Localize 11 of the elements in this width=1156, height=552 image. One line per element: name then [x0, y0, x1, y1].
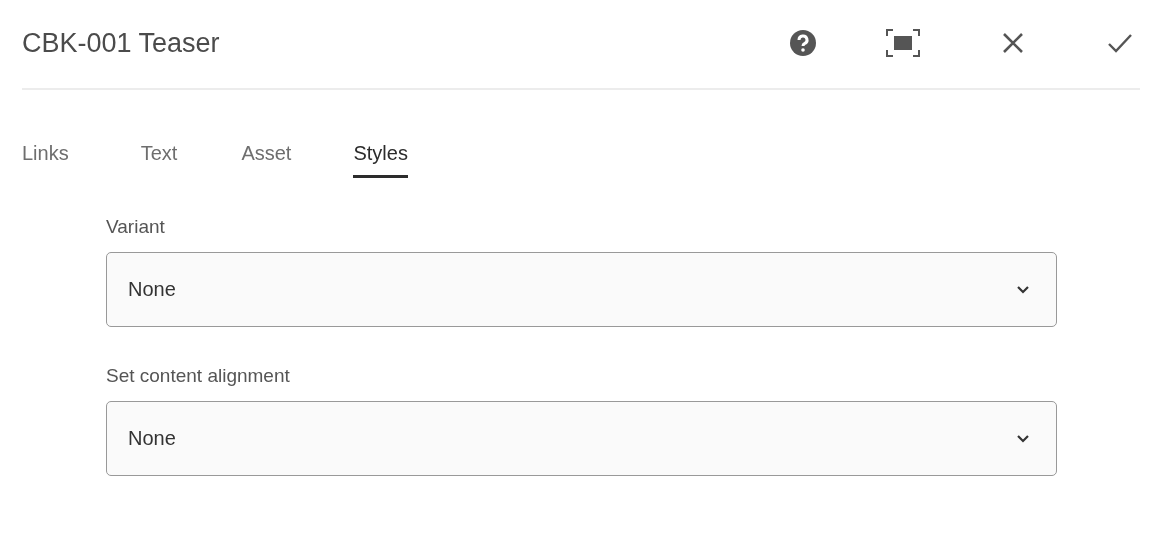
dropdown-field[interactable]: None	[106, 401, 1057, 476]
dialog-title: CBK-001 Teaser	[22, 27, 221, 59]
chevron-down-icon	[1016, 434, 1030, 443]
dropdown-field[interactable]: None	[106, 252, 1057, 327]
chevron-down-icon	[1016, 285, 1030, 294]
tab[interactable]: Text	[140, 142, 178, 178]
field-label: Variant	[106, 216, 166, 238]
field-label: Set content alignment	[106, 365, 291, 387]
tab[interactable]: Asset	[241, 142, 292, 178]
tab[interactable]: Links	[22, 142, 69, 178]
tab[interactable]: Styles	[353, 142, 408, 178]
